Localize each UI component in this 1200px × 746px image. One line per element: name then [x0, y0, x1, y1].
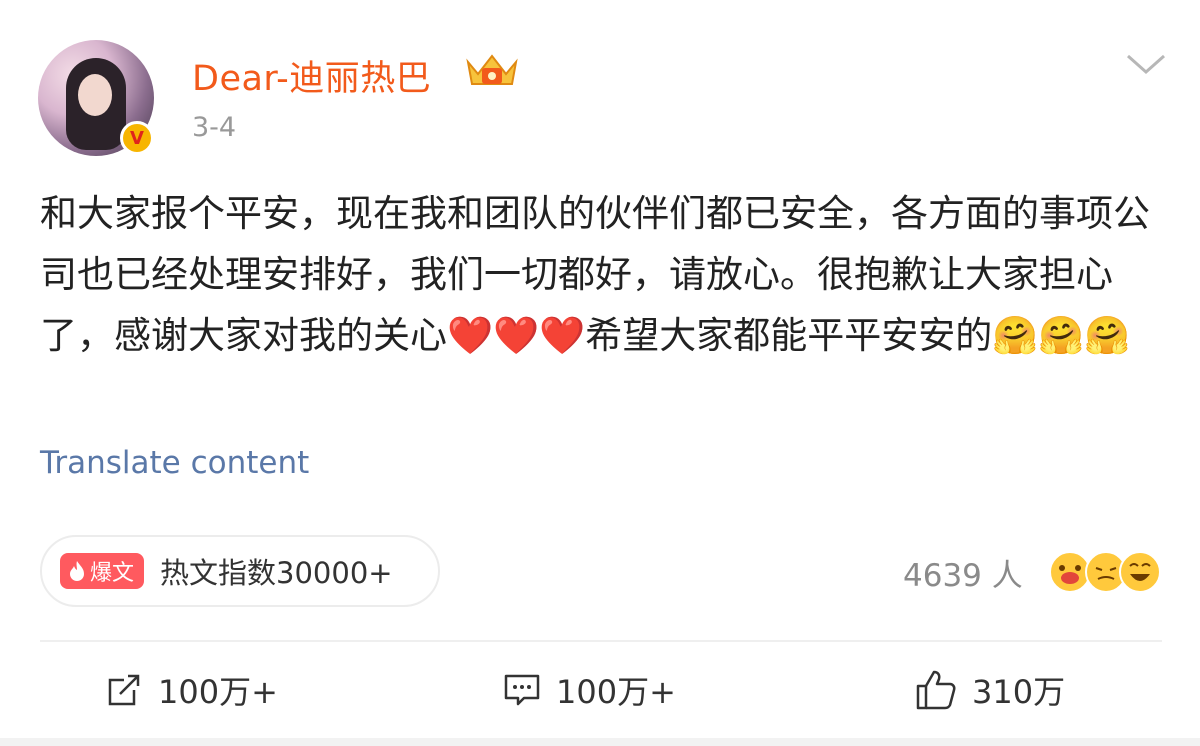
reaction-emojis[interactable]: [1046, 548, 1162, 594]
chevron-down-icon[interactable]: [1124, 50, 1168, 78]
footer-separator: [0, 738, 1200, 746]
fire-icon: [70, 561, 84, 581]
hot-badge-label: 爆文: [90, 561, 135, 586]
post-date: 3-4: [192, 112, 237, 143]
translate-link[interactable]: Translate content: [40, 445, 309, 481]
comment-count: 100万+: [556, 673, 676, 711]
hot-badge: 爆文: [60, 553, 145, 589]
comment-button[interactable]: 100万+: [502, 665, 676, 715]
username[interactable]: Dear-迪丽热巴: [192, 50, 431, 101]
avatar-face: [78, 74, 112, 116]
divider: [40, 640, 1162, 642]
post-content: 和大家报个平安，现在我和团队的伙伴们都已安全，各方面的事项公司也已经处理安排好，…: [40, 192, 1150, 357]
hot-index-pill[interactable]: 爆文 热文指数30000+: [40, 535, 440, 607]
hot-index-text: 热文指数30000+: [160, 556, 393, 590]
like-icon: [916, 670, 956, 710]
crown-icon[interactable]: [464, 50, 520, 90]
repost-button[interactable]: 100万+: [104, 665, 278, 715]
like-count: 310万: [972, 673, 1066, 711]
like-button[interactable]: 310万: [914, 665, 1065, 715]
reaction-count[interactable]: 4639 人: [903, 550, 1023, 595]
comment-icon: [504, 674, 540, 706]
verified-badge: V: [120, 121, 154, 155]
repost-count: 100万+: [158, 673, 278, 711]
repost-icon: [108, 674, 140, 706]
